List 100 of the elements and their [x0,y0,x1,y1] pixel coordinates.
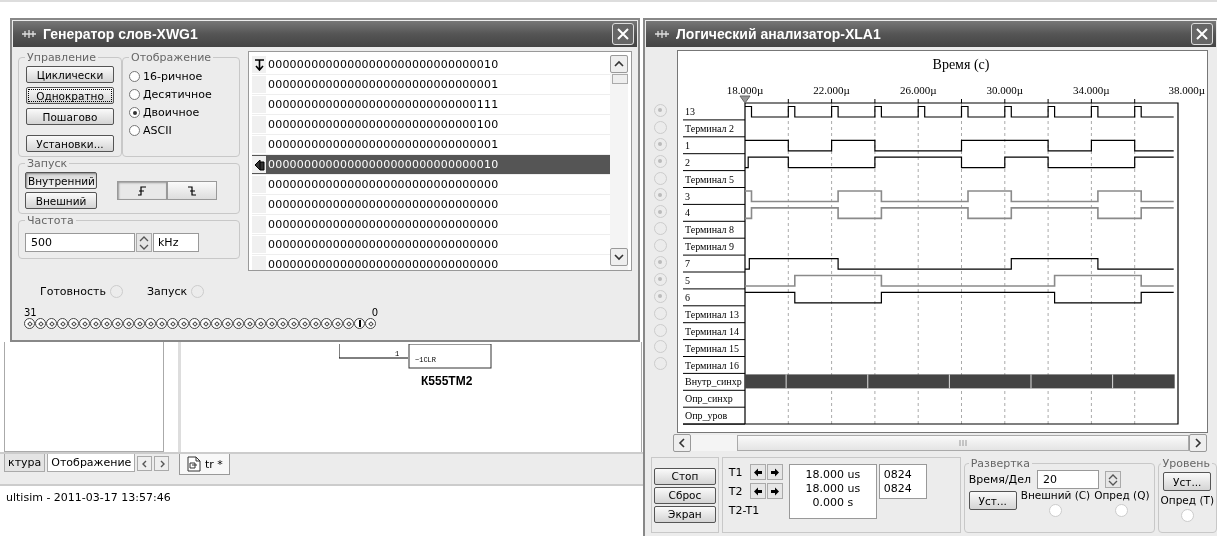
settings-button[interactable]: Уст... [968,491,1017,510]
status-label: Готовность [40,285,106,298]
trigger-button[interactable]: Внутренний [25,172,97,189]
status-text: ultisim - 2011-03-17 13:57:46 [6,491,171,504]
channel-label: Терминал 8 [685,224,735,236]
group-label: Отображение [130,51,213,64]
word-row[interactable]: 00000000000000000000000000000000 [252,255,610,270]
channel-label: Терминал 9 [685,241,735,253]
panel-tab[interactable]: Отображение [47,454,136,472]
mode-button[interactable]: Циклически [26,66,114,83]
arrow-right-icon [769,467,780,477]
time-div-field[interactable]: 20 [1037,470,1099,489]
hex-value: 0824 [883,468,913,482]
axis-title: Время (с) [932,57,990,72]
channel-label: Терминал 14 [685,325,740,337]
radio-label: ASCII [143,124,172,137]
channel-label: Опр_уров [685,410,728,422]
falling-edge-icon [187,185,197,196]
arrow-left-icon [140,459,149,468]
word-row[interactable]: 00000000000000000000000000000000 [252,215,610,235]
bit-number: 0 [371,308,378,318]
word-value: 00000000000000000000000000000000 [268,258,499,270]
close-icon [1195,27,1209,41]
radio-button[interactable] [129,71,140,82]
scroll-right-icon [1194,438,1202,448]
title-bar[interactable]: Генератор слов-XWG1 [13,21,637,47]
instrument-icon [654,29,670,39]
channel-label: Опр_синхр [685,393,733,405]
settings-button[interactable]: Уст... [1163,472,1212,491]
channel-label: 1 [685,139,690,151]
trigger-button[interactable]: Внешний [25,192,97,209]
word-row[interactable]: 00000000000000000000000000000111 [252,95,610,115]
close-button[interactable] [1191,23,1213,45]
word-value: 00000000000000000000000000000001 [268,138,499,151]
radio-button[interactable] [129,89,140,100]
scroll-thumb[interactable] [612,74,628,84]
word-value: 00000000000000000000000000000000 [268,238,499,251]
unit-field[interactable]: kHz [153,233,199,252]
arrow-left-icon [752,486,763,496]
radio-button[interactable] [1115,504,1129,517]
channel-label: Терминал 5 [685,173,735,185]
word-row[interactable]: 00000000000000000000000000000010 [252,55,610,75]
radio-button[interactable] [1048,504,1062,517]
scroll-up-icon [614,60,624,68]
tick-label: 22.000µ [813,84,850,96]
tick-label: 30.000µ [986,84,1024,96]
group-label: Развертка [969,457,1031,470]
tick-label: 26.000µ [899,84,937,96]
control-button[interactable]: Сброс [653,486,716,504]
scrollbar[interactable] [673,435,1207,451]
rising-edge-button[interactable] [117,181,167,200]
move-right-button[interactable] [766,464,783,480]
word-value: 00000000000000000000000000000010 [268,158,499,171]
control-button[interactable]: Стоп [653,467,716,485]
radio-button[interactable] [129,107,140,118]
word-value: 00000000000000000000000000000010 [268,58,499,71]
cursor-label: T2 [728,484,744,498]
word-row[interactable]: 00000000000000000000000000000100 [252,115,610,135]
word-value: 00000000000000000000000000000100 [268,118,499,131]
scrollbar[interactable] [610,55,628,270]
scroll-left-button[interactable] [137,456,153,471]
tick-label: 38.000µ [1168,84,1205,96]
close-button[interactable] [612,23,634,45]
time-value: 18.000 us [805,468,861,482]
spinner-control[interactable] [136,233,152,252]
channel-label: 13 [685,106,695,117]
falling-edge-button[interactable] [167,181,217,200]
title-bar[interactable]: Логический анализатор-XLA1 [646,21,1216,47]
word-row[interactable]: 00000000000000000000000000000010 [252,155,610,175]
channel-label: Терминал 2 [685,122,735,134]
control-button[interactable]: Экран [653,505,716,523]
radio-button[interactable] [1180,509,1194,522]
word-row[interactable]: 00000000000000000000000000000000 [252,195,610,215]
mode-button[interactable]: Пошагово [26,108,114,125]
move-left-button[interactable] [749,464,766,480]
document-tab[interactable]: tr * [179,454,230,475]
word-value: 00000000000000000000000000000000 [268,198,499,211]
radio-button[interactable] [129,125,140,136]
channel-label: Внутр_синхр [685,376,742,388]
move-right-button[interactable] [766,483,783,499]
word-value: 00000000000000000000000000000000 [268,218,499,231]
word-row[interactable]: 00000000000000000000000000000001 [252,75,610,95]
mode-button[interactable]: Установки... [26,135,114,152]
panel-tab[interactable]: ктура [4,454,46,472]
radio-label: 16-ричное [143,70,203,83]
word-row[interactable]: 00000000000000000000000000000000 [252,235,610,255]
move-left-button[interactable] [749,483,766,499]
radio-label: Двоичное [143,106,200,119]
spinner-control[interactable] [1105,471,1121,488]
channel-label: Терминал 16 [685,359,740,371]
tick-label: 18.000µ [726,84,764,96]
group-label: Частота [26,214,75,227]
channel-label: 3 [685,190,690,202]
word-row[interactable]: 00000000000000000000000000000000 [252,175,610,195]
mode-button[interactable]: Однократно [26,87,114,104]
frequency-field[interactable]: 500 [25,233,135,252]
scroll-right-button[interactable] [154,456,169,471]
instrument-icon [21,29,37,39]
window-title: Логический анализатор-XLA1 [676,26,882,42]
channel-label: Терминал 15 [685,342,740,354]
